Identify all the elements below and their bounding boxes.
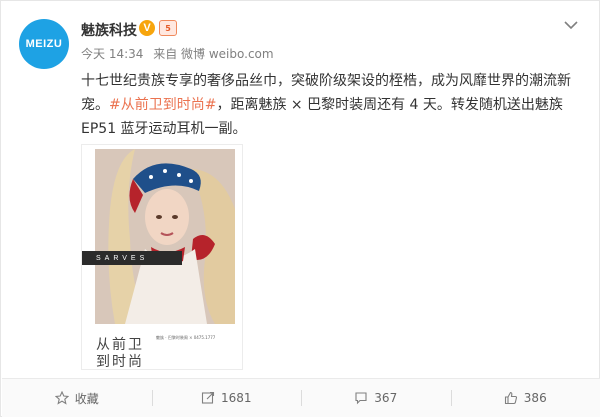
username[interactable]: 魅族科技 [81, 20, 137, 40]
post-time[interactable]: 今天 14:34 [81, 47, 143, 61]
post-meta: 今天 14:34 来自 微博 weibo.com [81, 45, 280, 62]
rank-badge-icon[interactable]: 5 [159, 20, 177, 36]
image-band-text: SARVES [96, 254, 149, 262]
repost-count: 1681 [220, 391, 252, 405]
like-button[interactable]: 386 [450, 379, 600, 417]
post-source[interactable]: 来自 微博 weibo.com [153, 47, 273, 61]
image-caption-band: SARVES [82, 251, 182, 265]
share-icon [201, 391, 215, 404]
star-icon [54, 391, 69, 405]
thumbs-up-icon [504, 391, 517, 405]
verified-badge-icon: V [139, 20, 155, 36]
post-image[interactable]: SARVES 从前卫 到时尚 魅族 · 巴黎时装周 × 0475.1777 [81, 144, 243, 370]
topic-link[interactable]: #从前卫到时尚# [109, 97, 216, 113]
model-photo [95, 149, 235, 324]
action-bar: 收藏 1681 367 386 [2, 379, 600, 417]
post-text: 十七世纪贵族专享的奢侈品丝巾，突破阶级架设的桎梏，成为风靡世界的潮流新宠。#从前… [81, 69, 581, 141]
chevron-down-icon[interactable] [561, 17, 581, 33]
avatar[interactable]: MEIZU [19, 19, 69, 69]
favorite-button[interactable]: 收藏 [2, 379, 152, 417]
like-count: 386 [523, 391, 547, 405]
comment-count: 367 [374, 391, 398, 405]
rank-badge-label: 5 [165, 23, 171, 33]
weibo-card: MEIZU 魅族科技 V 5 今天 14:34 来自 微博 weibo.com … [0, 0, 600, 417]
comment-button[interactable]: 367 [301, 379, 451, 417]
image-title-line2: 到时尚 [96, 354, 144, 370]
favorite-label: 收藏 [74, 391, 99, 406]
comment-icon [355, 392, 367, 405]
image-small-text: 魅族 · 巴黎时装周 × 0475.1777 [156, 335, 216, 340]
avatar-logo-text: MEIZU [25, 38, 63, 50]
repost-button[interactable]: 1681 [151, 379, 302, 417]
